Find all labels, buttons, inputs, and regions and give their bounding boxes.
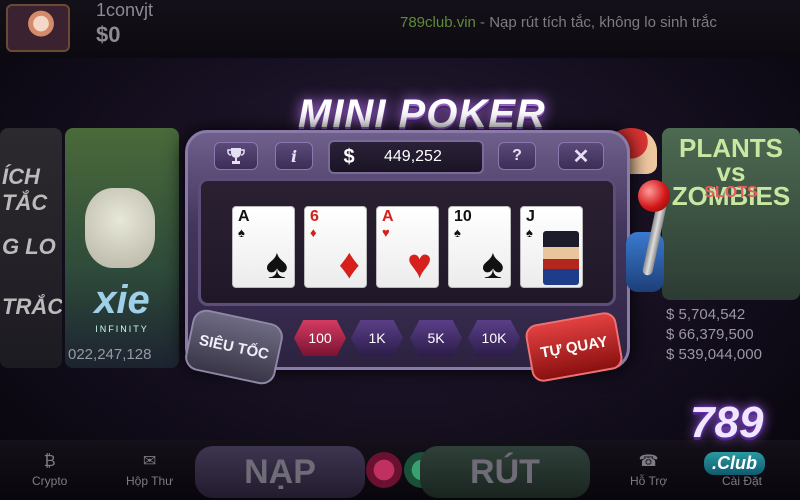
promo-line-1: ÍCH TẮC <box>2 164 48 215</box>
nav-inbox-label: Hộp Thư <box>126 474 174 488</box>
brand-logo: 789 <box>690 398 764 447</box>
promo-line-2: G LO <box>2 234 56 259</box>
card-rank: A <box>238 208 250 225</box>
pvz-jackpot-2: $ 66,379,500 <box>666 326 754 343</box>
spade-icon: ♠ <box>265 240 288 287</box>
spade-icon: ♠ <box>481 240 504 287</box>
axie-logo: xie <box>94 278 150 322</box>
user-balance: $0 <box>96 22 121 47</box>
info-button[interactable]: i <box>275 142 313 170</box>
lever-knob[interactable] <box>638 180 670 212</box>
diamond-icon: ♦ <box>310 225 317 240</box>
nav-crypto[interactable]: ₿ Crypto <box>32 452 67 488</box>
pvz-subtitle: SLOTS <box>704 184 758 201</box>
deposit-button[interactable]: NẠP <box>195 446 365 498</box>
axie-game-tile[interactable]: xie INFINITY <box>65 128 179 368</box>
card-1: A ♠ ♠ <box>232 206 295 288</box>
help-button[interactable]: ? <box>498 142 536 170</box>
nav-settings-label: Cài Đặt <box>722 474 763 488</box>
card-5: J ♠ <box>520 206 583 288</box>
mail-icon: ✉ <box>142 453 157 470</box>
promo-line-3: TRẮC <box>2 294 62 319</box>
phone-icon: ☎ <box>638 453 659 470</box>
spade-icon: ♠ <box>454 225 461 240</box>
game-lobby: { "user": {"name": "1convjt", "balance":… <box>0 0 800 500</box>
nav-crypto-label: Crypto <box>32 474 68 488</box>
card-3: A ♥ ♥ <box>376 206 439 288</box>
axie-character <box>85 188 155 268</box>
spade-icon: ♠ <box>238 225 245 240</box>
crypto-icon: ₿ <box>43 453 56 470</box>
ticker-message: - Nạp rút tích tắc, không lo sinh trắc <box>475 14 717 31</box>
promo-banner-left[interactable]: ÍCH TẮC G LO TRẮC <box>0 128 62 368</box>
close-button[interactable]: ✕ <box>558 142 604 170</box>
card-2: 6 ♦ ♦ <box>304 206 367 288</box>
bet-10k-button[interactable]: 10K <box>468 320 520 356</box>
card-rank: 6 <box>310 208 319 225</box>
pvz-jackpot-1: $ 5,704,542 <box>666 306 746 323</box>
card-rank: J <box>526 208 535 225</box>
pvz-jackpot-3: $ 539,044,000 <box>666 346 762 363</box>
withdraw-button[interactable]: RÚT <box>420 446 590 498</box>
ticker-site: 789club.vin <box>400 14 476 31</box>
card-rank: 10 <box>454 208 472 225</box>
pvz-game-tile[interactable]: PLANTS vs ZOMBIES SLOTS <box>662 128 800 300</box>
pvz-jackpot-list: $ 5,704,542 $ 66,379,500 $ 539,044,000 <box>666 305 762 365</box>
heart-icon: ♥ <box>407 240 432 287</box>
axie-subtitle: INFINITY <box>95 324 149 334</box>
brand-logo-sub: .Club <box>704 452 765 475</box>
heart-icon: ♥ <box>382 225 390 240</box>
username: 1convjt <box>96 0 154 20</box>
axie-jackpot: 022,247,128 <box>68 346 152 363</box>
jack-face-icon <box>543 231 579 285</box>
leaderboard-button[interactable] <box>214 142 258 170</box>
bet-1k-button[interactable]: 1K <box>351 320 403 356</box>
chip-icon <box>366 452 402 488</box>
card-row: A ♠ ♠ 6 ♦ ♦ A ♥ ♥ 10 ♠ ♠ J ♠ <box>232 206 583 288</box>
nav-support[interactable]: ☎ Hỗ Trợ <box>630 452 667 488</box>
nav-support-label: Hỗ Trợ <box>630 474 668 488</box>
spade-icon: ♠ <box>526 225 533 240</box>
user-avatar[interactable] <box>6 4 70 52</box>
trophy-icon <box>227 148 245 164</box>
dollar-icon: $ <box>343 145 355 168</box>
bet-100-button[interactable]: 100 <box>294 320 346 356</box>
bet-5k-button[interactable]: 5K <box>410 320 462 356</box>
news-ticker: 789club.vin - Nạp rút tích tắc, không lo… <box>400 14 800 31</box>
card-4: 10 ♠ ♠ <box>448 206 511 288</box>
card-rank: A <box>382 208 394 225</box>
nav-inbox[interactable]: ✉ Hộp Thư <box>126 452 173 488</box>
jackpot-value: 449,252 <box>384 148 442 165</box>
diamond-icon: ♦ <box>338 240 360 287</box>
jackpot-display: $ 449,252 <box>328 140 484 174</box>
